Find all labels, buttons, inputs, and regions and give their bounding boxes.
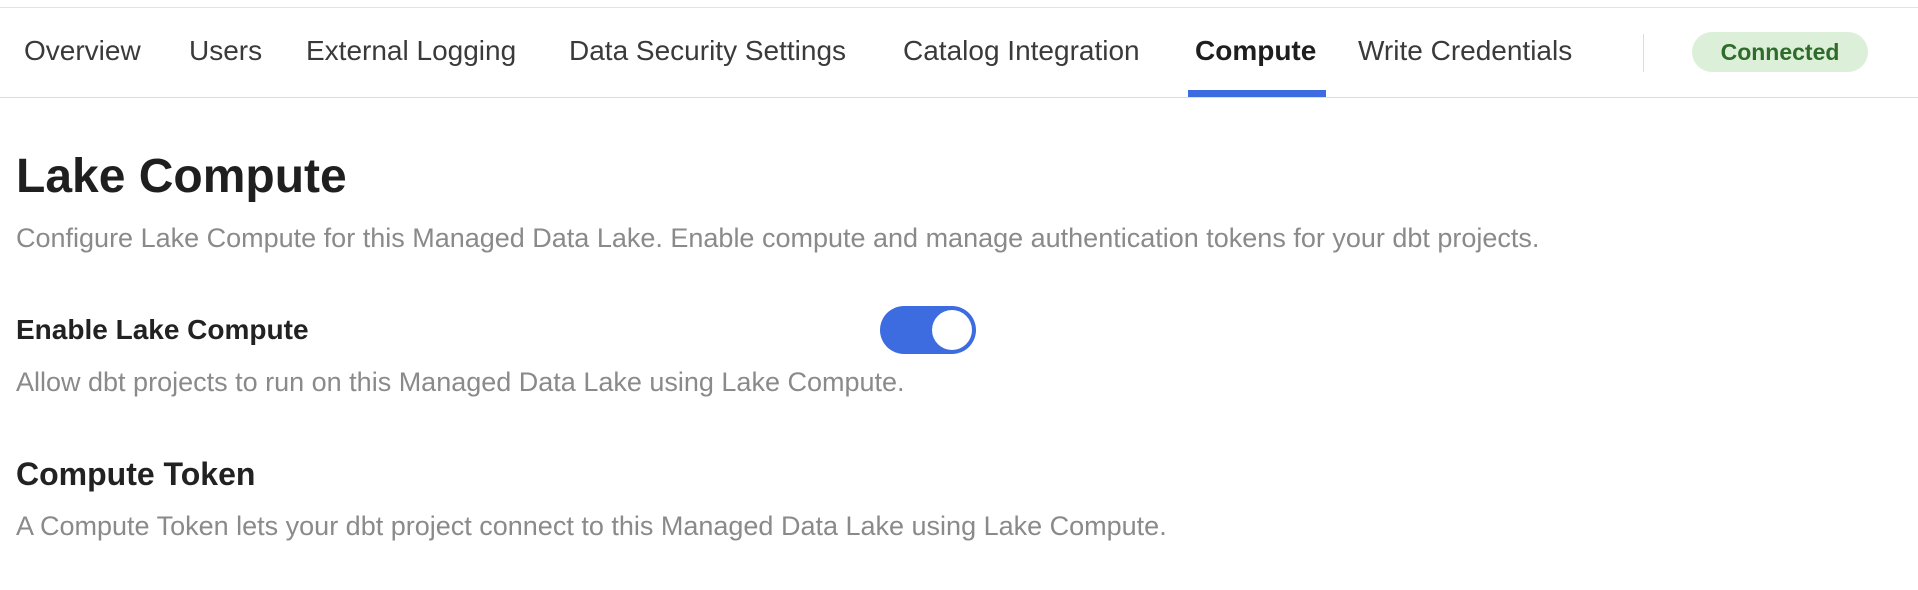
page-title: Lake Compute bbox=[16, 150, 347, 203]
tab-overview[interactable]: Overview bbox=[24, 8, 141, 97]
enable-compute-description: Allow dbt projects to run on this Manage… bbox=[16, 367, 905, 397]
status-badge: Connected bbox=[1692, 32, 1868, 72]
tab-write-credentials[interactable]: Write Credentials bbox=[1358, 8, 1572, 97]
enable-compute-toggle[interactable] bbox=[880, 306, 976, 354]
tab-divider bbox=[1643, 34, 1644, 72]
tab-bar: Overview Users External Logging Data Sec… bbox=[0, 8, 1918, 98]
active-tab-indicator bbox=[1188, 90, 1326, 97]
tab-compute[interactable]: Compute bbox=[1195, 8, 1316, 97]
enable-compute-label: Enable Lake Compute bbox=[16, 314, 309, 345]
compute-token-title: Compute Token bbox=[16, 456, 256, 492]
toggle-knob bbox=[932, 310, 972, 350]
page-description: Configure Lake Compute for this Managed … bbox=[16, 223, 1540, 253]
tab-external-logging[interactable]: External Logging bbox=[306, 8, 516, 97]
tab-users[interactable]: Users bbox=[189, 8, 262, 97]
tab-catalog-integration[interactable]: Catalog Integration bbox=[903, 8, 1140, 97]
tab-data-security-settings[interactable]: Data Security Settings bbox=[569, 8, 846, 97]
compute-token-description: A Compute Token lets your dbt project co… bbox=[16, 511, 1167, 541]
